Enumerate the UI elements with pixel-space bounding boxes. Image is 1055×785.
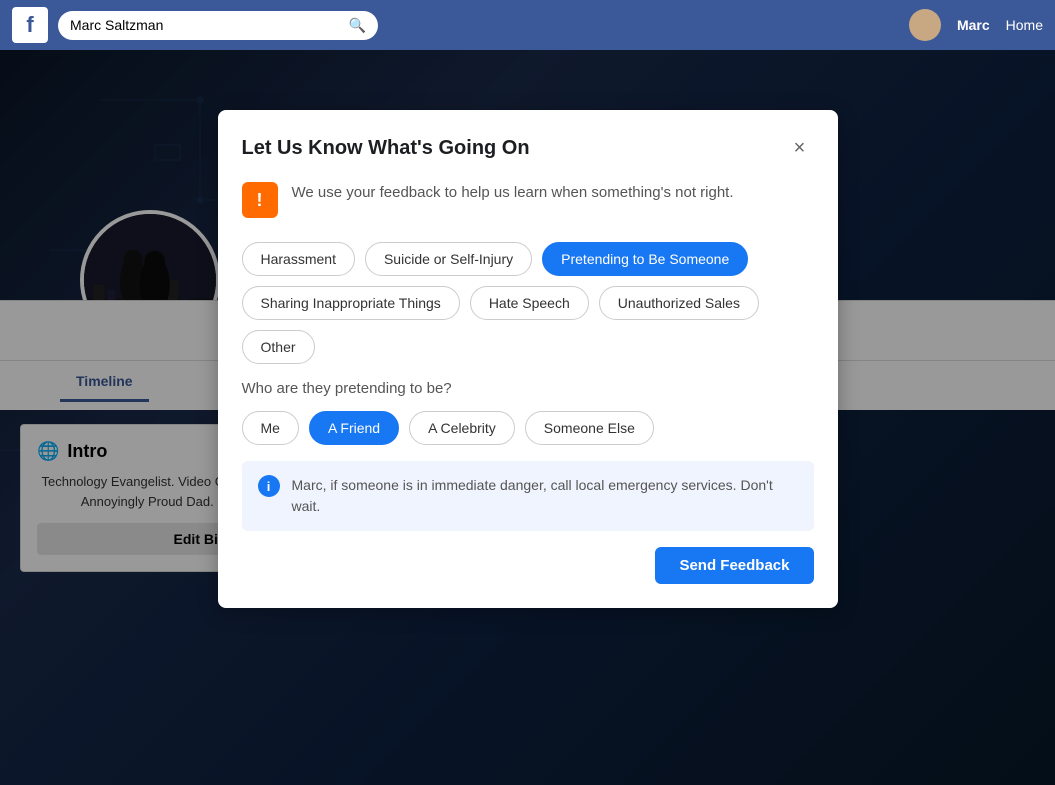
nav-username: Marc xyxy=(957,17,990,33)
page-background: Marc S Timeline 🌐 Intro Technology Evang… xyxy=(0,50,1055,785)
pretend-chip-celebrity[interactable]: A Celebrity xyxy=(409,411,515,445)
nav-home-link[interactable]: Home xyxy=(1006,17,1043,33)
chip-pretending[interactable]: Pretending to Be Someone xyxy=(542,242,748,276)
chip-hate[interactable]: Hate Speech xyxy=(470,286,589,320)
info-icon-label: i xyxy=(267,479,271,494)
warning-icon-label: ! xyxy=(257,190,263,211)
footer-info-text: Marc, if someone is in immediate danger,… xyxy=(292,475,798,517)
chip-harassment[interactable]: Harassment xyxy=(242,242,355,276)
chip-sharing[interactable]: Sharing Inappropriate Things xyxy=(242,286,460,320)
feedback-intro: ! We use your feedback to help us learn … xyxy=(242,182,814,218)
modal-title: Let Us Know What's Going On xyxy=(242,137,530,160)
report-options: Harassment Suicide or Self-Injury Pretendi… xyxy=(242,242,814,364)
top-navigation: f 🔍 Marc Home xyxy=(0,0,1055,50)
modal-actions: Send Feedback xyxy=(242,547,814,584)
search-input[interactable] xyxy=(70,17,341,33)
pretend-chip-friend[interactable]: A Friend xyxy=(309,411,399,445)
facebook-logo: f xyxy=(12,7,48,43)
search-icon: 🔍 xyxy=(349,17,366,34)
report-modal: Let Us Know What's Going On × ! We use y… xyxy=(218,110,838,608)
pretend-chip-someone_else[interactable]: Someone Else xyxy=(525,411,654,445)
close-button[interactable]: × xyxy=(786,134,814,162)
feedback-description: We use your feedback to help us learn wh… xyxy=(292,182,734,205)
avatar xyxy=(909,9,941,41)
warning-icon: ! xyxy=(242,182,278,218)
search-bar[interactable]: 🔍 xyxy=(58,11,378,40)
pretend-chip-me[interactable]: Me xyxy=(242,411,299,445)
nav-right: Marc Home xyxy=(909,9,1043,41)
send-feedback-button[interactable]: Send Feedback xyxy=(655,547,813,584)
modal-overlay: Let Us Know What's Going On × ! We use y… xyxy=(0,50,1055,785)
info-icon: i xyxy=(258,475,280,497)
pretend-options: Me A Friend A Celebrity Someone Else xyxy=(242,411,814,445)
modal-header: Let Us Know What's Going On × xyxy=(242,134,814,162)
footer-info-bar: i Marc, if someone is in immediate dange… xyxy=(242,461,814,531)
pretend-question: Who are they pretending to be? xyxy=(242,380,814,397)
chip-unauthorized[interactable]: Unauthorized Sales xyxy=(599,286,759,320)
chip-suicide[interactable]: Suicide or Self-Injury xyxy=(365,242,532,276)
chip-other[interactable]: Other xyxy=(242,330,315,364)
